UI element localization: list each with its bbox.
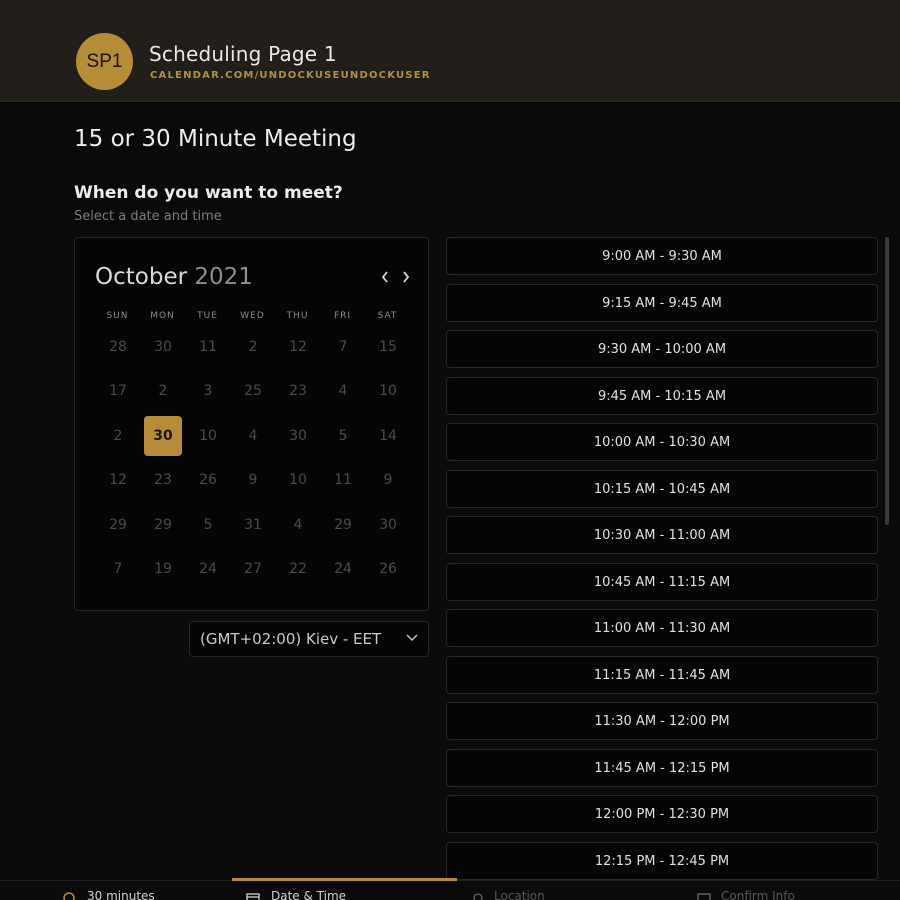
calendar-day: 22 — [289, 561, 307, 577]
main-content: 15 or 30 Minute Meeting When do you want… — [0, 102, 900, 880]
step-date-time[interactable]: Date & Time — [271, 889, 346, 900]
page-url[interactable]: CALENDAR.COM/UNDOCKUSEUNDOCKUSER — [150, 70, 431, 81]
info-card-icon — [697, 893, 711, 900]
calendar-day: 27 — [244, 561, 262, 577]
time-slot-button[interactable]: 11:45 AM - 12:15 PM — [446, 748, 878, 787]
chevron-down-icon — [406, 634, 418, 642]
meeting-title: 15 or 30 Minute Meeting — [74, 126, 357, 152]
calendar-month-year: October 2021 — [95, 264, 253, 290]
calendar-icon — [246, 893, 260, 900]
calendar-day: 11 — [334, 472, 352, 488]
calendar-day: 2 — [113, 428, 123, 444]
calendar-day: 9 — [248, 472, 258, 488]
calendar-day: 3 — [203, 383, 213, 399]
calendar-day: 9 — [383, 472, 393, 488]
section-heading: When do you want to meet? — [74, 183, 343, 203]
time-slot-button[interactable]: 12:15 PM - 12:45 PM — [446, 841, 878, 880]
time-slot-button[interactable]: 10:45 AM - 11:15 AM — [446, 562, 878, 601]
calendar-day: 14 — [379, 428, 397, 444]
calendar-day: 7 — [113, 561, 123, 577]
next-month-button[interactable] — [397, 264, 415, 290]
time-slot-button[interactable]: 10:15 AM - 10:45 AM — [446, 469, 878, 508]
active-step-indicator — [232, 878, 457, 881]
calendar-day: 12 — [289, 339, 307, 355]
calendar-day: 28 — [109, 339, 127, 355]
weekday-header: WED — [240, 311, 265, 321]
timezone-select[interactable]: (GMT+02:00) Kiev - EET — [189, 621, 429, 657]
calendar-day: 30 — [289, 428, 307, 444]
calendar-day: 31 — [244, 517, 262, 533]
time-slot-list: 9:00 AM - 9:30 AM 9:15 AM - 9:45 AM 9:30 A… — [446, 237, 878, 880]
calendar-day: 7 — [338, 339, 348, 355]
prev-month-button[interactable] — [376, 264, 394, 290]
calendar-day: 30 — [379, 517, 397, 533]
calendar-day: 4 — [338, 383, 348, 399]
date-picker: October 2021 SUN MON TUE WED THU FRI SAT 28 30 1… — [74, 237, 429, 611]
step-location[interactable]: Location — [494, 889, 545, 900]
time-slot-button[interactable]: 12:00 PM - 12:30 PM — [446, 795, 878, 833]
calendar-day: 30 — [154, 339, 172, 355]
calendar-day: 29 — [154, 517, 172, 533]
calendar-day: 2 — [158, 383, 168, 399]
time-slot-button[interactable]: 9:15 AM - 9:45 AM — [446, 283, 878, 322]
chevron-right-icon — [403, 271, 410, 283]
time-slot-button[interactable]: 9:30 AM - 10:00 AM — [446, 330, 878, 368]
calendar-day-selected[interactable]: 30 — [144, 416, 182, 456]
calendar-day: 4 — [248, 428, 258, 444]
calendar-day: 29 — [334, 517, 352, 533]
calendar-day: 29 — [109, 517, 127, 533]
calendar-month: October — [95, 264, 188, 290]
page-header: SP1 Scheduling Page 1 CALENDAR.COM/UNDOC… — [0, 0, 900, 102]
calendar-day: 26 — [379, 561, 397, 577]
calendar-day: 10 — [289, 472, 307, 488]
time-slot-button[interactable]: 11:15 AM - 11:45 AM — [446, 655, 878, 694]
step-duration[interactable]: 30 minutes — [87, 889, 155, 900]
time-slot-button[interactable]: 10:00 AM - 10:30 AM — [446, 423, 878, 461]
time-slot-button[interactable]: 11:00 AM - 11:30 AM — [446, 609, 878, 647]
weekday-header: SUN — [106, 311, 129, 321]
calendar-day: 19 — [154, 561, 172, 577]
weekday-header: FRI — [333, 311, 352, 321]
calendar-day: 23 — [289, 383, 307, 399]
timezone-value: (GMT+02:00) Kiev - EET — [200, 630, 382, 648]
calendar-day: 5 — [203, 517, 213, 533]
time-slot-button[interactable]: 9:45 AM - 10:15 AM — [446, 376, 878, 415]
calendar-day: 10 — [199, 428, 217, 444]
time-slot-button[interactable]: 10:30 AM - 11:00 AM — [446, 516, 878, 554]
calendar-day: 10 — [379, 383, 397, 399]
location-icon — [473, 893, 483, 900]
time-slot-button[interactable]: 9:00 AM - 9:30 AM — [446, 237, 878, 275]
calendar-day: 11 — [199, 339, 217, 355]
page-title: Scheduling Page 1 — [149, 42, 337, 66]
weekday-header: SAT — [377, 311, 398, 321]
calendar-day: 17 — [109, 383, 127, 399]
calendar-day: 12 — [109, 472, 127, 488]
time-slot-button[interactable]: 11:30 AM - 12:00 PM — [446, 702, 878, 740]
calendar-day: 15 — [379, 339, 397, 355]
calendar-day: 24 — [334, 561, 352, 577]
calendar-day: 25 — [244, 383, 262, 399]
calendar-day: 2 — [248, 339, 258, 355]
weekday-header: TUE — [197, 311, 218, 321]
calendar-day: 4 — [293, 517, 303, 533]
section-hint: Select a date and time — [74, 209, 222, 224]
step-confirm-info[interactable]: Confirm Info — [721, 889, 795, 900]
weekday-header: THU — [286, 311, 309, 321]
avatar: SP1 — [76, 33, 133, 90]
weekday-header: MON — [150, 311, 175, 321]
calendar-day: 5 — [338, 428, 348, 444]
calendar-day: 24 — [199, 561, 217, 577]
calendar-day: 23 — [154, 472, 172, 488]
calendar-day: 26 — [199, 472, 217, 488]
chevron-left-icon — [381, 271, 388, 283]
time-slot-scrollbar[interactable] — [885, 237, 889, 525]
clock-icon — [63, 892, 75, 900]
calendar-year: 2021 — [194, 264, 253, 290]
